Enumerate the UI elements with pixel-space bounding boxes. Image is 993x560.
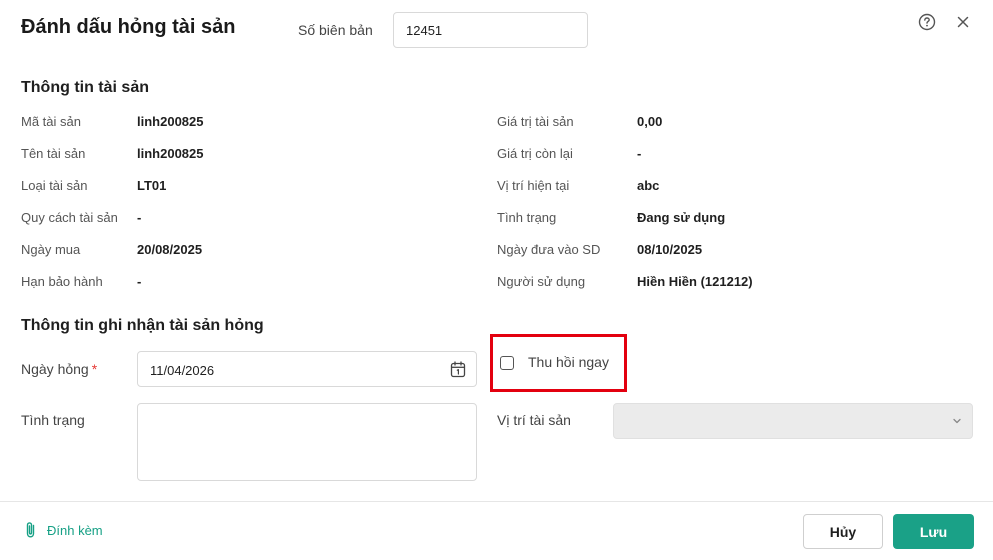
asset-status-label: Tình trạng bbox=[497, 210, 557, 225]
damage-date-label: Ngày hỏng * bbox=[21, 361, 98, 377]
user-label: Người sử dụng bbox=[497, 274, 586, 289]
recall-checkbox[interactable] bbox=[500, 356, 514, 370]
asset-type-value: LT01 bbox=[137, 178, 167, 193]
asset-name-label: Tên tài sản bbox=[21, 146, 86, 161]
asset-type-label: Loại tài sản bbox=[21, 178, 88, 193]
mark-damaged-asset-dialog: Đánh dấu hỏng tài sản Số biên bản Thông … bbox=[0, 0, 993, 560]
save-button[interactable]: Lưu bbox=[893, 514, 974, 549]
asset-location-label: Vị trí tài sản bbox=[497, 412, 571, 428]
in-use-date-value: 08/10/2025 bbox=[637, 242, 703, 257]
close-icon[interactable] bbox=[955, 14, 971, 30]
cancel-button[interactable]: Hủy bbox=[803, 514, 883, 549]
required-mark: * bbox=[91, 361, 98, 377]
warranty-value: - bbox=[137, 274, 142, 289]
warranty-label: Hạn bảo hành bbox=[21, 274, 103, 289]
dialog-title: Đánh dấu hỏng tài sản bbox=[21, 16, 236, 38]
footer-divider bbox=[0, 501, 993, 502]
remaining-value-label: Giá trị còn lại bbox=[497, 146, 573, 161]
damage-date-field[interactable] bbox=[137, 351, 477, 387]
asset-info-section-title: Thông tin tài sản bbox=[21, 79, 149, 96]
damage-info-section-title: Thông tin ghi nhận tài sản hỏng bbox=[21, 317, 264, 334]
asset-value-value: 0,00 bbox=[637, 114, 663, 129]
remaining-value-value: - bbox=[637, 146, 642, 161]
doc-number-label: Số biên bản bbox=[298, 22, 373, 38]
purchase-date-value: 20/08/2025 bbox=[137, 242, 203, 257]
paperclip-icon bbox=[26, 522, 35, 538]
user-value: Hiền Hiền (121212) bbox=[637, 274, 753, 289]
asset-value-label: Giá trị tài sản bbox=[497, 114, 574, 129]
help-icon[interactable] bbox=[918, 13, 936, 31]
doc-number-input[interactable] bbox=[393, 12, 588, 48]
purchase-date-label: Ngày mua bbox=[21, 242, 81, 257]
in-use-date-label: Ngày đưa vào SD bbox=[497, 242, 601, 257]
asset-spec-value: - bbox=[137, 210, 142, 225]
attach-label: Đính kèm bbox=[47, 522, 103, 538]
chevron-down-icon bbox=[953, 418, 961, 424]
attach-link[interactable]: Đính kèm bbox=[23, 521, 103, 539]
condition-label: Tình trạng bbox=[21, 412, 85, 428]
damage-date-input[interactable] bbox=[150, 361, 430, 379]
calendar-icon[interactable] bbox=[450, 361, 466, 378]
current-location-label: Vị trí hiện tại bbox=[497, 178, 570, 193]
asset-code-label: Mã tài sản bbox=[21, 114, 81, 129]
asset-name-value: linh200825 bbox=[137, 146, 204, 161]
current-location-value: abc bbox=[637, 178, 660, 193]
condition-textarea[interactable] bbox=[137, 403, 477, 481]
asset-code-value: linh200825 bbox=[137, 114, 204, 129]
asset-status-value: Đang sử dụng bbox=[637, 210, 726, 225]
recall-label[interactable]: Thu hồi ngay bbox=[528, 354, 609, 370]
asset-location-select[interactable] bbox=[613, 403, 973, 439]
asset-spec-label: Quy cách tài sản bbox=[21, 210, 118, 225]
